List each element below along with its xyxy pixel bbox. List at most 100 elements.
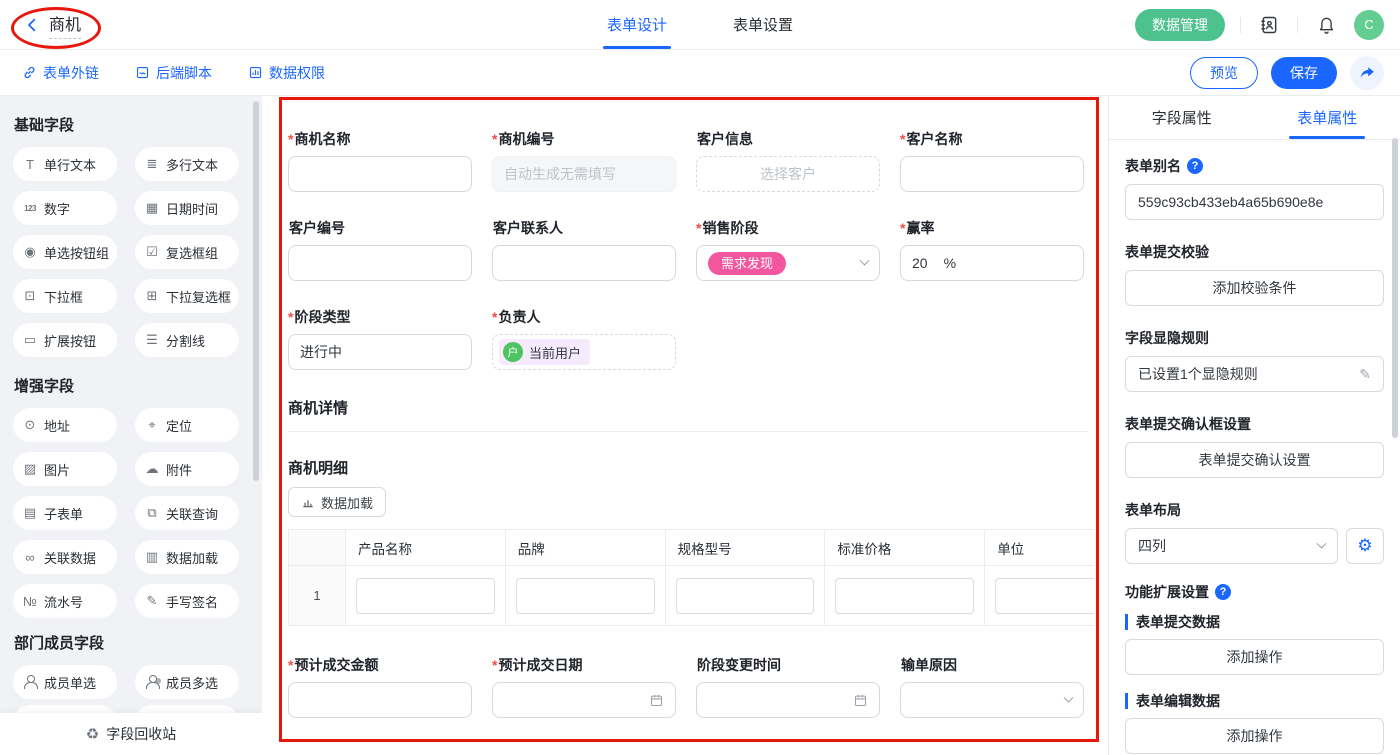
field-customer-name[interactable]: *客户名称: [900, 130, 1084, 192]
field-item-radio-group[interactable]: ◉单选按钮组: [13, 235, 117, 269]
edit-data-label: 表单编辑数据: [1125, 693, 1384, 709]
sidebar-scrollbar[interactable]: [253, 101, 259, 481]
save-button[interactable]: 保存: [1271, 57, 1337, 89]
field-item-image[interactable]: ▨图片: [13, 452, 117, 486]
field-win-rate[interactable]: *赢率 20 %: [900, 219, 1084, 281]
field-item-subform[interactable]: ▤子表单: [13, 496, 117, 530]
field-item-serial-number[interactable]: №流水号: [13, 584, 117, 618]
customer-picker[interactable]: 选择客户: [696, 156, 880, 192]
layout-settings-button[interactable]: ⚙: [1346, 528, 1384, 564]
subform-table: 产品名称 品牌 规格型号 标准价格 单位 1: [288, 529, 1094, 626]
link-label: 后端脚本: [156, 63, 212, 83]
customer-no-input[interactable]: [288, 245, 472, 281]
field-item-member-single[interactable]: 成员单选: [13, 665, 117, 699]
form-designer-app: 商机 表单设计 表单设置 数据管理 C 表单外链: [0, 0, 1400, 755]
submit-confirm-button[interactable]: 表单提交确认设置: [1125, 442, 1384, 478]
field-item-select[interactable]: ⊡下拉框: [13, 279, 117, 313]
edit-icon[interactable]: ✎: [1359, 366, 1371, 383]
field-item-signature[interactable]: ✎手写签名: [135, 584, 239, 618]
field-customer-contact[interactable]: 客户联系人: [492, 219, 676, 281]
bell-icon[interactable]: [1313, 12, 1339, 38]
share-button[interactable]: [1350, 56, 1384, 90]
edit-data-add-button[interactable]: 添加操作: [1125, 718, 1384, 754]
standard-price-input[interactable]: [835, 578, 974, 614]
field-sales-stage[interactable]: *销售阶段 需求发现: [696, 219, 880, 281]
add-validation-button[interactable]: 添加校验条件: [1125, 270, 1384, 306]
field-item-relation-data[interactable]: ∞关联数据: [13, 540, 117, 574]
form-alias-input[interactable]: 559c93cb433eb4a65b690e8e: [1125, 184, 1384, 220]
field-expected-date[interactable]: *预计成交日期: [492, 656, 676, 718]
field-item-location[interactable]: ⌖定位: [135, 408, 239, 442]
tab-form-settings[interactable]: 表单设置: [729, 0, 797, 49]
field-item-relation-query[interactable]: ⧉关联查询: [135, 496, 239, 530]
cell-unit: [985, 566, 1094, 626]
tab-form-properties[interactable]: 表单属性: [1255, 96, 1400, 139]
link-label: 表单外链: [43, 63, 99, 83]
field-item-single-line-text[interactable]: T单行文本: [13, 147, 117, 181]
recycle-label: 字段回收站: [106, 724, 176, 744]
field-recycle-bin[interactable]: ♻ 字段回收站: [0, 713, 262, 755]
layout-select[interactable]: 四列: [1125, 528, 1338, 564]
subform-icon: ▤: [22, 505, 38, 521]
link-data-permission[interactable]: 数据权限: [248, 63, 325, 83]
field-item-datetime[interactable]: ▦日期时间: [135, 191, 239, 225]
lose-reason-select[interactable]: [900, 682, 1084, 718]
gear-icon: ⚙: [1357, 536, 1372, 556]
customer-contact-input[interactable]: [492, 245, 676, 281]
tab-form-design[interactable]: 表单设计: [603, 0, 671, 49]
customer-name-input[interactable]: [900, 156, 1084, 192]
field-customer-no[interactable]: 客户编号: [288, 219, 472, 281]
field-item-divider-line[interactable]: ☰分割线: [135, 323, 239, 357]
field-item-number[interactable]: 123数字: [13, 191, 117, 225]
win-rate-input[interactable]: 20 %: [900, 245, 1084, 281]
stage-tag: 需求发现: [708, 252, 786, 275]
field-item-attachment[interactable]: ☁附件: [135, 452, 239, 486]
help-icon[interactable]: ?: [1215, 584, 1231, 600]
link-form-external[interactable]: 表单外链: [22, 63, 99, 83]
field-customer-info[interactable]: 客户信息 选择客户: [696, 130, 880, 192]
product-name-input[interactable]: [356, 578, 495, 614]
contact-book-icon[interactable]: [1256, 12, 1282, 38]
page-title[interactable]: 商机: [49, 11, 81, 39]
data-manage-button[interactable]: 数据管理: [1135, 9, 1225, 41]
expected-amount-input[interactable]: [288, 682, 472, 718]
help-icon[interactable]: ?: [1187, 158, 1203, 174]
field-opportunity-no[interactable]: *商机编号: [492, 130, 676, 192]
target-icon: ⌖: [144, 417, 160, 433]
required-star: *: [900, 130, 905, 148]
field-stage-change-time[interactable]: 阶段变更时间: [696, 656, 880, 718]
brand-input[interactable]: [516, 578, 655, 614]
stage-change-time-picker[interactable]: [696, 682, 880, 718]
panel-scrollbar[interactable]: [1392, 138, 1398, 438]
avatar[interactable]: C: [1354, 10, 1384, 40]
form-canvas[interactable]: *商机名称 *商机编号 客户信息 选择客户 *客户名称 客户: [262, 96, 1108, 755]
field-item-member-multi[interactable]: 成员多选: [135, 665, 239, 699]
opportunity-name-input[interactable]: [288, 156, 472, 192]
field-item-address[interactable]: ⊙地址: [13, 408, 117, 442]
field-stage-type[interactable]: *阶段类型 进行中: [288, 308, 472, 370]
field-lose-reason[interactable]: 输单原因: [900, 656, 1084, 718]
field-item-data-load[interactable]: ▥数据加载: [135, 540, 239, 574]
submit-data-add-button[interactable]: 添加操作: [1125, 639, 1384, 675]
data-load-button[interactable]: 数据加载: [288, 487, 386, 517]
unit-input[interactable]: [995, 578, 1094, 614]
field-expected-amount[interactable]: *预计成交金额: [288, 656, 472, 718]
field-item-extend-button[interactable]: ▭扩展按钮: [13, 323, 117, 357]
expected-date-picker[interactable]: [492, 682, 676, 718]
field-opportunity-name[interactable]: *商机名称: [288, 130, 472, 192]
field-owner[interactable]: *负责人 户 当前用户: [492, 308, 676, 370]
sales-stage-select[interactable]: 需求发现: [696, 245, 880, 281]
field-item-multi-select[interactable]: ⊞下拉复选框: [135, 279, 239, 313]
owner-picker[interactable]: 户 当前用户: [492, 334, 676, 370]
field-item-checkbox-group[interactable]: ☑复选框组: [135, 235, 239, 269]
visibility-rules-box[interactable]: 已设置1个显隐规则 ✎: [1125, 356, 1384, 392]
preview-button[interactable]: 预览: [1190, 57, 1258, 89]
back-button[interactable]: 商机: [24, 11, 81, 39]
pen-icon: ✎: [144, 593, 160, 609]
tab-field-properties[interactable]: 字段属性: [1109, 96, 1255, 139]
stage-type-input[interactable]: 进行中: [288, 334, 472, 370]
field-item-multi-line-text[interactable]: ≣多行文本: [135, 147, 239, 181]
link-backend-script[interactable]: 后端脚本: [135, 63, 212, 83]
spec-model-input[interactable]: [676, 578, 815, 614]
field-item-label: 关联查询: [166, 504, 218, 523]
